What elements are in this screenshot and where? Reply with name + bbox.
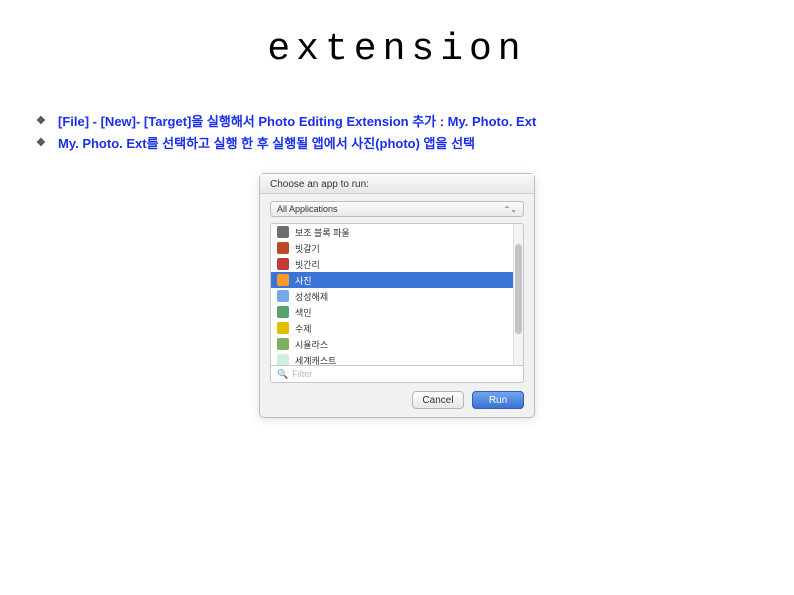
list-item[interactable]: 보조 블록 파울 [271, 224, 523, 240]
bullet-text: My. Photo. Ext를 선택하고 실행 한 후 실행될 앱에서 사진(p… [58, 133, 475, 155]
list-item[interactable]: 빗간리 [271, 256, 523, 272]
app-icon [277, 274, 289, 286]
scrollbar-thumb[interactable] [515, 244, 522, 334]
app-label: 빗갈기 [295, 242, 320, 255]
app-label: 세계캐스트 [295, 354, 336, 366]
app-filter-dropdown[interactable]: All Applications ⌃⌄ [270, 201, 524, 217]
diamond-bullet-icon: ❖ [36, 133, 50, 154]
app-icon [277, 354, 289, 365]
diamond-bullet-icon: ❖ [36, 111, 50, 132]
app-label: 사진 [295, 274, 312, 287]
dropdown-selected: All Applications [277, 204, 338, 214]
app-label: 수제 [295, 322, 312, 335]
filter-input[interactable]: 🔍 Filter [270, 366, 524, 383]
list-item[interactable]: 사진 [271, 272, 523, 288]
app-icon [277, 290, 289, 302]
list-item[interactable]: 시율라스 [271, 336, 523, 352]
bullet-item: ❖ [File] - [New]- [Target]을 실행해서 Photo E… [36, 111, 794, 133]
search-icon: 🔍 [277, 369, 288, 380]
list-item[interactable]: 성성해제 [271, 288, 523, 304]
app-icon [277, 242, 289, 254]
list-item[interactable]: 빗갈기 [271, 240, 523, 256]
bullet-list: ❖ [File] - [New]- [Target]을 실행해서 Photo E… [0, 111, 794, 155]
dialog-header: Choose an app to run: [260, 174, 534, 194]
page-title: extension [0, 0, 794, 71]
app-label: 성성해제 [295, 290, 328, 303]
choose-app-dialog: Choose an app to run: All Applications ⌃… [259, 173, 535, 418]
cancel-button[interactable]: Cancel [412, 391, 464, 409]
list-item[interactable]: 세계캐스트 [271, 352, 523, 365]
app-icon [277, 338, 289, 350]
app-label: 시율라스 [295, 338, 328, 351]
app-icon [277, 322, 289, 334]
app-icon [277, 226, 289, 238]
app-icon [277, 306, 289, 318]
scrollbar[interactable] [513, 224, 523, 365]
bullet-item: ❖ My. Photo. Ext를 선택하고 실행 한 후 실행될 앱에서 사진… [36, 133, 794, 155]
list-item[interactable]: 색인 [271, 304, 523, 320]
filter-placeholder: Filter [292, 369, 312, 379]
dialog-button-row: Cancel Run [260, 383, 534, 417]
app-label: 보조 블록 파울 [295, 226, 350, 239]
bullet-text: [File] - [New]- [Target]을 실행해서 Photo Edi… [58, 111, 536, 133]
app-label: 색인 [295, 306, 312, 319]
app-label: 빗간리 [295, 258, 320, 271]
app-icon [277, 258, 289, 270]
app-list[interactable]: 보조 블록 파울빗갈기빗간리사진성성해제색인수제시율라스세계캐스트스카드 관정엠… [270, 223, 524, 366]
list-item[interactable]: 수제 [271, 320, 523, 336]
chevron-up-down-icon: ⌃⌄ [504, 205, 517, 214]
run-button[interactable]: Run [472, 391, 524, 409]
